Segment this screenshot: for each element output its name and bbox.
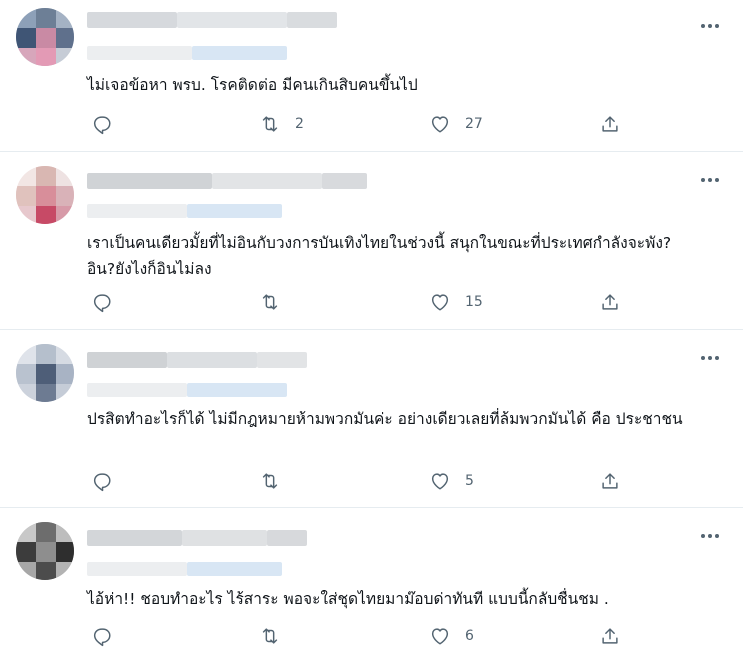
share-icon <box>602 473 618 489</box>
author-name[interactable] <box>87 173 367 189</box>
retweet-icon <box>262 473 278 489</box>
like-count: 15 <box>465 294 483 310</box>
author-handle <box>87 562 282 576</box>
author-name[interactable] <box>87 12 337 28</box>
more-options-button[interactable] <box>699 172 721 188</box>
retweet-button[interactable] <box>259 290 295 314</box>
share-icon <box>602 116 618 132</box>
more-dots-icon <box>701 356 705 360</box>
tweet-actions: 5 <box>87 469 647 493</box>
heart-icon <box>431 628 449 645</box>
tweet-actions: 6 <box>87 624 647 648</box>
retweet-button[interactable] <box>259 624 295 648</box>
more-dots-icon <box>701 534 705 538</box>
reply-icon <box>93 294 111 313</box>
tweet[interactable]: ไม่เจอข้อหา พรบ. โรคติดต่อ มีคนเกินสิบคน… <box>0 0 743 152</box>
more-dots-icon <box>701 24 705 28</box>
retweet-icon <box>262 294 278 310</box>
author-name[interactable] <box>87 352 307 368</box>
author-handle <box>87 46 287 60</box>
share-button[interactable] <box>599 469 621 493</box>
reply-icon <box>93 116 111 135</box>
like-button[interactable]: 6 <box>429 624 474 648</box>
tweet[interactable]: ปรสิตทำอะไรก็ได้ ไม่มีกฎหมายห้ามพวกมันค่… <box>0 330 743 508</box>
tweet-text: ไอ้ห่า!! ชอบทำอะไร ไร้สาระ พอจะใส่ชุดไทย… <box>87 590 609 608</box>
author-name[interactable] <box>87 530 307 546</box>
reply-feed: ไม่เจอข้อหา พรบ. โรคติดต่อ มีคนเกินสิบคน… <box>0 0 745 658</box>
tweet-actions: 2 27 <box>87 112 647 136</box>
like-button[interactable]: 27 <box>429 112 483 136</box>
author-handle <box>87 383 287 397</box>
share-icon <box>602 628 618 644</box>
share-icon <box>602 294 618 310</box>
retweet-icon <box>262 116 278 132</box>
retweet-button[interactable]: 2 <box>259 112 304 136</box>
reply-button[interactable] <box>91 624 127 648</box>
tweet[interactable]: เราเป็นคนเดียวมั้ยที่ไม่อินกับวงการบันเท… <box>0 152 743 330</box>
more-options-button[interactable] <box>699 350 721 366</box>
heart-icon <box>431 294 449 311</box>
like-count: 27 <box>465 116 483 132</box>
share-button[interactable] <box>599 290 621 314</box>
avatar[interactable] <box>16 166 74 224</box>
retweet-icon <box>262 628 278 644</box>
like-button[interactable]: 15 <box>429 290 483 314</box>
like-button[interactable]: 5 <box>429 469 474 493</box>
avatar[interactable] <box>16 522 74 580</box>
tweet-text: เราเป็นคนเดียวมั้ยที่ไม่อินกับวงการบันเท… <box>87 234 672 278</box>
avatar[interactable] <box>16 8 74 66</box>
more-options-button[interactable] <box>699 18 721 34</box>
share-button[interactable] <box>599 624 621 648</box>
share-button[interactable] <box>599 112 621 136</box>
reply-button[interactable] <box>91 469 127 493</box>
reply-button[interactable] <box>91 112 127 136</box>
author-handle <box>87 204 282 218</box>
reply-icon <box>93 473 111 492</box>
retweet-count: 2 <box>295 116 304 132</box>
tweet-text: ปรสิตทำอะไรก็ได้ ไม่มีกฎหมายห้ามพวกมันค่… <box>87 410 683 428</box>
heart-icon <box>431 116 449 133</box>
reply-icon <box>93 628 111 647</box>
tweet-actions: 15 <box>87 290 647 314</box>
like-count: 6 <box>465 628 474 644</box>
avatar[interactable] <box>16 344 74 402</box>
reply-button[interactable] <box>91 290 127 314</box>
more-options-button[interactable] <box>699 528 721 544</box>
tweet[interactable]: ไอ้ห่า!! ชอบทำอะไร ไร้สาระ พอจะใส่ชุดไทย… <box>0 508 743 658</box>
like-count: 5 <box>465 473 474 489</box>
tweet-text: ไม่เจอข้อหา พรบ. โรคติดต่อ มีคนเกินสิบคน… <box>87 76 418 94</box>
heart-icon <box>431 473 449 490</box>
more-dots-icon <box>701 178 705 182</box>
retweet-button[interactable] <box>259 469 295 493</box>
